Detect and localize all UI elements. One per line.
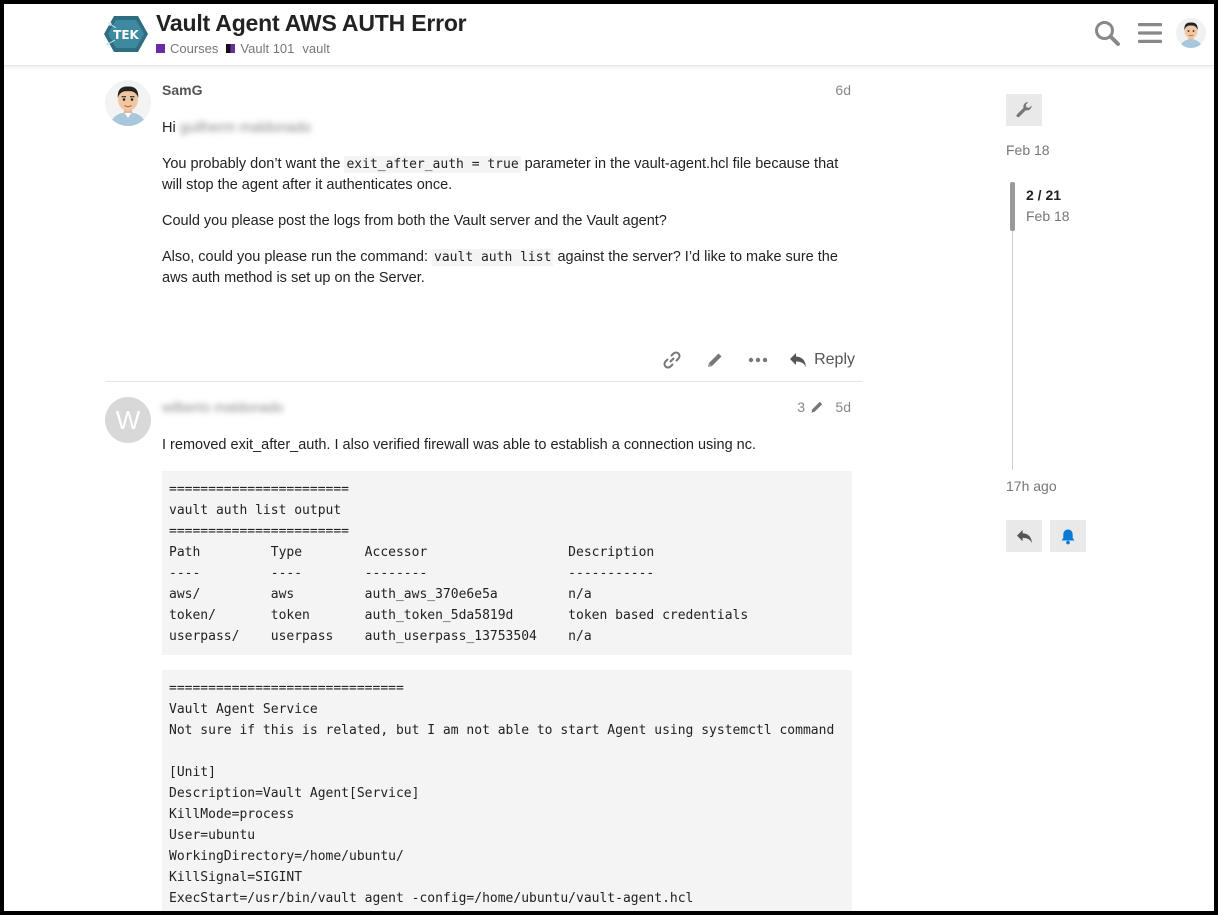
post-author-avatar[interactable]: W	[105, 397, 151, 443]
search-icon[interactable]	[1092, 18, 1122, 48]
code-block-auth-list: ======================= vault auth list …	[162, 471, 852, 655]
paragraph: Could you please post the logs from both…	[162, 213, 667, 229]
bell-icon	[1061, 529, 1075, 544]
more-actions-icon[interactable]	[736, 344, 779, 376]
post-date[interactable]: 6d	[835, 82, 851, 98]
edit-history[interactable]: 3	[797, 399, 825, 415]
category-row: Courses Vault 101 vault	[156, 41, 330, 56]
edit-pencil-icon	[811, 401, 823, 413]
post-body: I removed exit_after_auth. I also verifi…	[162, 435, 852, 911]
mention-blurred[interactable]: guilherm maldonado	[180, 120, 311, 136]
svg-text:TEK: TEK	[113, 28, 139, 42]
current-user-avatar[interactable]	[1176, 18, 1206, 48]
post-author-avatar[interactable]	[105, 80, 151, 126]
category-vault-101[interactable]: Vault 101	[226, 41, 294, 56]
topic-header: TEK Vault Agent AWS AUTH Error Courses V…	[4, 4, 1214, 66]
timeline-scroll-handle[interactable]	[1010, 182, 1015, 231]
category-swatch	[156, 44, 165, 53]
site-logo[interactable]: TEK	[104, 14, 148, 54]
post-actions: Reply	[650, 344, 863, 376]
inline-code: vault auth list	[432, 249, 554, 266]
category-swatch	[226, 44, 236, 53]
code-block-agent-service: ============================== Vault Age…	[162, 670, 852, 911]
app-frame: TEK Vault Agent AWS AUTH Error Courses V…	[4, 4, 1214, 911]
category-courses[interactable]: Courses	[156, 41, 218, 56]
post-samg: SamG 6d Hi guilherm maldonado You probab…	[105, 80, 863, 380]
post-reply: W wilberto maldonado 3 5d I removed exit…	[105, 397, 863, 911]
wrench-icon	[1016, 102, 1032, 118]
topic-title[interactable]: Vault Agent AWS AUTH Error	[156, 10, 467, 37]
post-username[interactable]: SamG	[162, 82, 202, 98]
reply-icon	[1016, 529, 1032, 543]
inline-code: exit_after_auth = true	[344, 156, 521, 173]
timeline-position: 2 / 21	[1026, 187, 1062, 203]
notification-bell-button[interactable]	[1050, 520, 1086, 552]
greeting-line: Hi guilherm maldonado	[162, 120, 312, 136]
timeline-position-date: Feb 18	[1026, 208, 1070, 224]
reply-icon	[790, 353, 807, 367]
timeline-reply-button[interactable]	[1006, 520, 1042, 552]
edit-pencil-icon[interactable]	[693, 344, 736, 376]
paragraph: Also, could you please run the command: …	[162, 249, 838, 286]
post-username-blurred[interactable]: wilberto maldonado	[162, 399, 283, 415]
post-date[interactable]: 5d	[835, 399, 851, 415]
paragraph: I removed exit_after_auth. I also verifi…	[162, 437, 757, 453]
timeline-end-date[interactable]: 17h ago	[1006, 478, 1057, 494]
post-body: Hi guilherm maldonado You probably don’t…	[162, 118, 852, 304]
reply-button[interactable]: Reply	[779, 344, 863, 376]
admin-wrench-button[interactable]	[1006, 94, 1042, 126]
share-link-icon[interactable]	[650, 344, 693, 376]
hamburger-menu-icon[interactable]	[1135, 18, 1165, 48]
tag-vault[interactable]: vault	[302, 41, 329, 56]
paragraph: You probably don’t want the exit_after_a…	[162, 156, 839, 193]
timeline-start-date[interactable]: Feb 18	[1006, 142, 1050, 158]
post-divider	[105, 381, 863, 382]
